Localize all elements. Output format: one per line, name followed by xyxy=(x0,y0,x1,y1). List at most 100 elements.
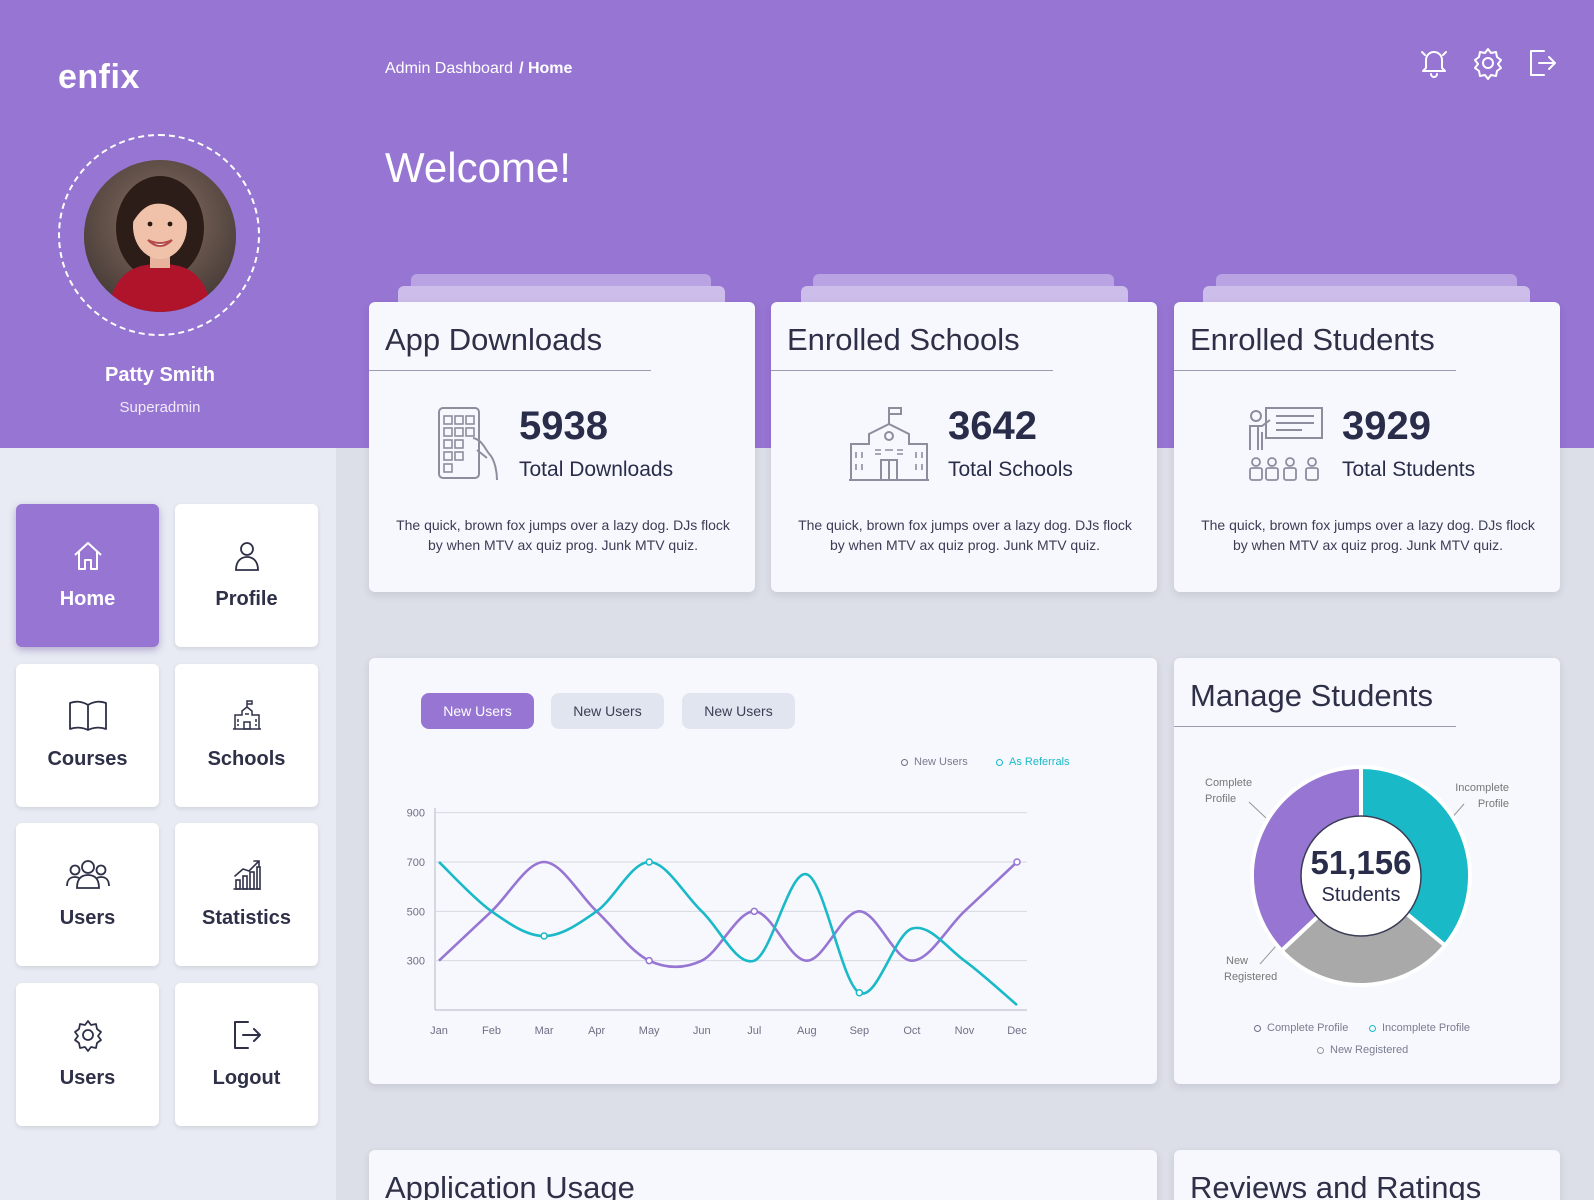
legend-new-registered: New Registered xyxy=(1317,1044,1408,1056)
nav-logout-label: Logout xyxy=(212,1067,281,1089)
legend-marker xyxy=(1369,1024,1376,1032)
y-tick-label: 900 xyxy=(407,808,425,820)
stat-label: Total Schools xyxy=(948,458,1073,481)
legend-complete: Complete Profile xyxy=(1254,1022,1348,1034)
breadcrumb-root[interactable]: Admin Dashboard xyxy=(385,60,513,77)
nav-statistics[interactable]: Statistics xyxy=(175,823,318,966)
breadcrumb: Admin Dashboard / Home xyxy=(385,60,572,78)
x-tick-label: Aug xyxy=(797,1025,817,1037)
stat-description: The quick, brown fox jumps over a lazy d… xyxy=(798,517,1132,553)
gear-icon xyxy=(65,1017,111,1053)
nav-users[interactable]: Users xyxy=(16,823,159,966)
stat-value: 3929 xyxy=(1342,404,1431,448)
divider xyxy=(771,370,1053,371)
logout-icon xyxy=(224,1017,270,1053)
nav-statistics-label: Statistics xyxy=(202,907,291,929)
legend-label: Complete Profile xyxy=(1267,1022,1349,1034)
card-title: App Downloads xyxy=(385,322,603,357)
nav-home-label: Home xyxy=(59,588,116,610)
x-tick-label: Feb xyxy=(482,1025,501,1037)
y-tick-label: 300 xyxy=(407,956,425,968)
logout-icon[interactable] xyxy=(1526,46,1558,80)
nav-courses[interactable]: Courses xyxy=(16,664,159,807)
data-point xyxy=(540,932,548,940)
data-point xyxy=(750,907,759,916)
stat-description: The quick, brown fox jumps over a lazy d… xyxy=(396,517,730,553)
label-new-2: Registered xyxy=(1224,971,1277,983)
legend-label: Incomplete Profile xyxy=(1382,1022,1471,1034)
user-role: Superadmin xyxy=(119,399,201,416)
label-incomplete-2: Profile xyxy=(1478,798,1509,810)
stat-label: Total Downloads xyxy=(519,458,674,481)
x-tick-label: Apr xyxy=(588,1025,605,1037)
stat-value: 5938 xyxy=(519,404,608,448)
x-tick-label: Dec xyxy=(1007,1025,1027,1037)
nav-logout[interactable]: Logout xyxy=(175,983,318,1126)
x-tick-label: Jan xyxy=(430,1025,448,1037)
nav-schools-label: Schools xyxy=(207,748,286,770)
card-title: Application Usage xyxy=(385,1170,635,1200)
students-total: 51,156 xyxy=(1311,844,1412,881)
welcome-heading: Welcome! xyxy=(385,144,571,191)
users-icon xyxy=(65,857,111,893)
x-tick-label: Nov xyxy=(955,1025,975,1037)
stat-card-schools: Enrolled Schools 3642 Total Schools The … xyxy=(771,302,1157,592)
user-icon xyxy=(224,538,270,574)
series-line-new-users xyxy=(438,860,1018,969)
legend-marker xyxy=(1317,1046,1324,1054)
divider xyxy=(369,370,651,371)
nav-profile[interactable]: Profile xyxy=(175,504,318,647)
students-total-label: Students xyxy=(1322,884,1401,906)
classroom-icon xyxy=(1246,406,1326,487)
nav-users-settings[interactable]: Users xyxy=(16,983,159,1126)
y-tick-label: 700 xyxy=(407,857,425,869)
data-point xyxy=(855,988,864,997)
card-title: Enrolled Students xyxy=(1190,322,1435,357)
x-tick-label: Oct xyxy=(903,1025,920,1037)
card-title: Reviews and Ratings xyxy=(1190,1170,1482,1200)
x-tick-label: Jul xyxy=(747,1025,761,1037)
bell-icon[interactable] xyxy=(1418,46,1450,80)
x-tick-label: Mar xyxy=(535,1025,554,1037)
book-icon xyxy=(65,698,111,734)
label-incomplete: Incomplete xyxy=(1455,782,1509,794)
x-tick-label: Sep xyxy=(850,1025,870,1037)
legend-incomplete: Incomplete Profile xyxy=(1369,1022,1470,1034)
avatar[interactable] xyxy=(84,160,236,312)
home-icon xyxy=(65,538,111,574)
data-point xyxy=(1013,858,1021,866)
school-icon xyxy=(847,406,931,487)
brand-logo: enfix xyxy=(58,58,140,96)
legend-marker xyxy=(1254,1024,1261,1032)
gear-icon[interactable] xyxy=(1472,46,1504,80)
legend-label: New Registered xyxy=(1330,1044,1409,1056)
stat-card-downloads: App Downloads 5938 Total Downloads The q… xyxy=(369,302,755,592)
donut-chart: Complete Profile Incomplete Profile New … xyxy=(1205,764,1509,987)
data-point xyxy=(645,858,653,866)
statistics-icon xyxy=(224,857,270,893)
leader-line xyxy=(1248,801,1267,819)
stat-description: The quick, brown fox jumps over a lazy d… xyxy=(1201,517,1535,553)
label-new: New xyxy=(1226,955,1248,967)
x-tick-label: Jun xyxy=(693,1025,711,1037)
breadcrumb-current: / Home xyxy=(519,60,573,77)
card-title: Enrolled Schools xyxy=(787,322,1020,357)
leader-line xyxy=(1259,945,1277,965)
label-complete: Complete xyxy=(1205,777,1252,789)
user-name: Patty Smith xyxy=(104,364,216,386)
nav-users-settings-label: Users xyxy=(59,1067,116,1089)
stat-value: 3642 xyxy=(948,404,1037,448)
application-usage-card: Application Usage xyxy=(369,1150,1157,1200)
nav-schools[interactable]: Schools xyxy=(175,664,318,807)
divider xyxy=(1174,370,1456,371)
nav-home[interactable]: Home xyxy=(16,504,159,647)
x-tick-label: May xyxy=(639,1025,660,1037)
school-icon xyxy=(224,698,270,734)
manage-students-card: Manage Students Complete Profile Incompl… xyxy=(1174,658,1560,1084)
header-actions xyxy=(1418,46,1558,80)
users-chart-card: New Users New Users New Users New Users … xyxy=(369,658,1157,1084)
line-chart: 300 500 700 900 Jan Feb Mar Apr May Jun Jul Aug Sep O… xyxy=(407,808,1028,1037)
nav-profile-label: Profile xyxy=(215,588,278,610)
y-tick-label: 500 xyxy=(407,906,425,918)
stat-label: Total Students xyxy=(1342,458,1476,481)
